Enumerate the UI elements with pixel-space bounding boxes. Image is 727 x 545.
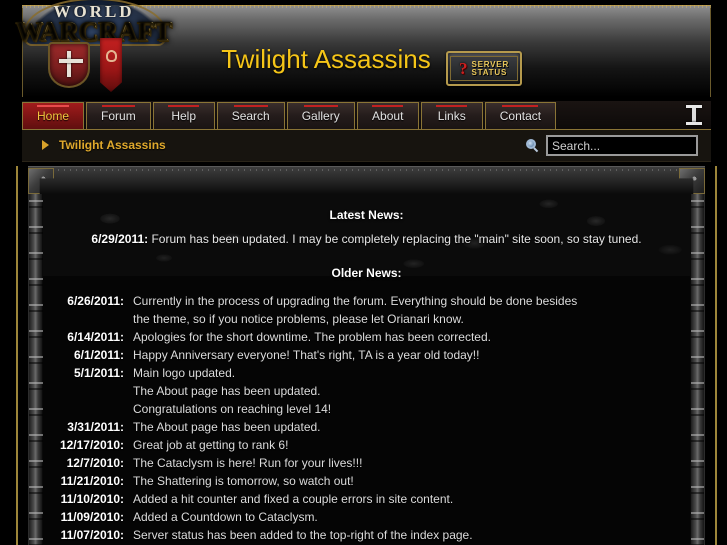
news-row: 11/21/2010: The Shattering is tomorrow, s… — [43, 472, 690, 490]
news-row: 11/10/2010: Added a hit counter and fixed… — [43, 490, 690, 508]
nav-tab-links[interactable]: Links — [420, 102, 483, 129]
latest-news-text: Forum has been updated. I may be complet… — [151, 232, 642, 246]
news-text: Currently in the process of upgrading th… — [133, 292, 690, 328]
news-text: Added a Countdown to Cataclysm. — [133, 508, 690, 526]
left-border-rail — [29, 194, 43, 545]
corner-ornament-left-icon — [28, 168, 54, 194]
news-text: Server status has been added to the top-… — [133, 526, 690, 544]
news-row: 5/1/2011: Main logo updated. The About pag… — [43, 364, 690, 418]
breadcrumb-label: Twilight Assassins — [59, 138, 166, 152]
news-date: 11/10/2010: — [60, 492, 124, 506]
news-text: Apologies for the short downtime. The pr… — [133, 328, 690, 346]
news-section: Latest News: 6/29/2011: Forum has been u… — [43, 194, 690, 545]
news-row: 6/26/2011: Currently in the process of up… — [43, 292, 690, 328]
news-row: 11/07/2010: Server status has been added … — [43, 526, 690, 544]
news-row: 12/17/2010: Great job at getting to rank … — [43, 436, 690, 454]
news-line: Great job at getting to rank 6! — [133, 438, 289, 452]
news-date: 6/14/2011: — [67, 330, 124, 344]
news-line: The Shattering is tomorrow, so watch out… — [133, 474, 354, 488]
news-row: 6/1/2011: Happy Anniversary everyone! Tha… — [43, 346, 690, 364]
news-text: The Cataclysm is here! Run for your live… — [133, 454, 690, 472]
nav-tab-home[interactable]: Home — [22, 102, 85, 129]
main-navigation: Home Forum Help Search Gallery About Links Cont… — [22, 101, 711, 130]
panel-top-bar — [28, 166, 705, 194]
search-icon[interactable] — [526, 139, 539, 153]
nav-tab-help[interactable]: Help — [152, 102, 215, 129]
news-line: Added a Countdown to Cataclysm. — [133, 510, 318, 524]
news-text: Main logo updated. The About page has bee… — [133, 364, 690, 418]
breadcrumb-search-bar: Twilight Assassins — [22, 130, 711, 162]
nav-tab-forum[interactable]: Forum — [86, 102, 151, 129]
news-text: Added a hit counter and fixed a couple e… — [133, 490, 690, 508]
news-date: 11/21/2010: — [60, 474, 124, 488]
news-text: Happy Anniversary everyone! That's right… — [133, 346, 690, 364]
news-text: The About page has been updated. — [133, 418, 690, 436]
news-date: 12/7/2010: — [66, 456, 124, 470]
horde-emblem-icon — [106, 50, 117, 62]
news-line: The Cataclysm is here! Run for your live… — [133, 456, 363, 470]
news-text: The Shattering is tomorrow, so watch out… — [133, 472, 690, 490]
nav-tab-gallery[interactable]: Gallery — [286, 102, 355, 129]
server-status-inner: ? SERVER STATUS — [450, 56, 518, 81]
chevron-right-icon — [42, 140, 49, 150]
news-line: Congratulations on reaching level 14! — [133, 402, 332, 416]
news-date: 6/26/2011: — [67, 294, 124, 308]
news-line: Main logo updated. — [133, 366, 236, 380]
right-border-rail — [690, 194, 704, 545]
nav-tab-about[interactable]: About — [356, 102, 419, 129]
page-title: Twilight Assassins — [221, 44, 431, 74]
news-date: 3/31/2011: — [67, 420, 124, 434]
news-line: Happy Anniversary everyone! That's right… — [133, 348, 480, 362]
news-date: 11/09/2010: — [60, 510, 124, 524]
latest-news-date: 6/29/2011: — [91, 232, 149, 246]
news-row: 11/09/2010: Added a Countdown to Cataclys… — [43, 508, 690, 526]
panel-body: Latest News: 6/29/2011: Forum has been u… — [28, 194, 705, 545]
news-line: the theme, so if you notice problems, pl… — [133, 312, 464, 326]
server-status-button[interactable]: ? SERVER STATUS — [446, 51, 522, 86]
news-date: 12/17/2010: — [59, 438, 124, 452]
wow-logo[interactable]: WORLD WARCRAFT — [14, 0, 174, 100]
nav-tab-contact[interactable]: Contact — [484, 102, 557, 129]
alliance-shield-icon — [48, 42, 90, 88]
site-header: WORLD WARCRAFT Twilight Assassins ? SERV… — [0, 0, 727, 100]
news-row: 12/7/2010: The Cataclysm is here! Run for… — [43, 454, 690, 472]
page-root: WORLD WARCRAFT Twilight Assassins ? SERV… — [0, 0, 727, 545]
latest-news-entry: 6/29/2011: Forum has been updated. I may… — [43, 232, 690, 246]
server-status-line2: STATUS — [471, 67, 508, 77]
search-area — [526, 135, 698, 156]
news-date: 11/07/2010: — [60, 528, 124, 542]
latest-news-heading: Latest News: — [329, 208, 404, 222]
breadcrumb[interactable]: Twilight Assassins — [42, 138, 166, 152]
news-line: Added a hit counter and fixed a couple e… — [133, 492, 454, 506]
nav-tab-search[interactable]: Search — [216, 102, 285, 129]
logo-word-warcraft: WARCRAFT — [15, 16, 172, 46]
news-line: Server status has been added to the top-… — [133, 528, 473, 542]
content-panel: Latest News: 6/29/2011: Forum has been u… — [16, 166, 717, 545]
search-input[interactable] — [546, 135, 698, 156]
news-row: 6/14/2011: Apologies for the short downti… — [43, 328, 690, 346]
news-text: Great job at getting to rank 6! — [133, 436, 690, 454]
corner-ornament-right-icon — [679, 168, 705, 194]
news-line: The About page has been updated. — [133, 384, 321, 398]
server-status-label: SERVER STATUS — [471, 60, 509, 77]
horde-banner-icon — [100, 38, 122, 92]
news-date: 5/1/2011: — [73, 366, 124, 380]
news-line: The About page has been updated. — [133, 420, 321, 434]
nav-tab-list: Home Forum Help Search Gallery About Links Cont… — [22, 102, 558, 129]
gold-edge-right — [715, 166, 717, 545]
gold-edge-left — [16, 166, 18, 545]
older-news-list: 6/26/2011: Currently in the process of up… — [43, 292, 690, 544]
question-mark-icon: ? — [458, 59, 468, 78]
news-line: Apologies for the short downtime. The pr… — [133, 330, 491, 344]
hourglass-icon[interactable] — [685, 105, 703, 125]
news-row: 3/31/2011: The About page has been update… — [43, 418, 690, 436]
older-news-heading: Older News: — [331, 266, 402, 280]
news-line: Currently in the process of upgrading th… — [133, 294, 578, 308]
news-date: 6/1/2011: — [73, 348, 124, 362]
